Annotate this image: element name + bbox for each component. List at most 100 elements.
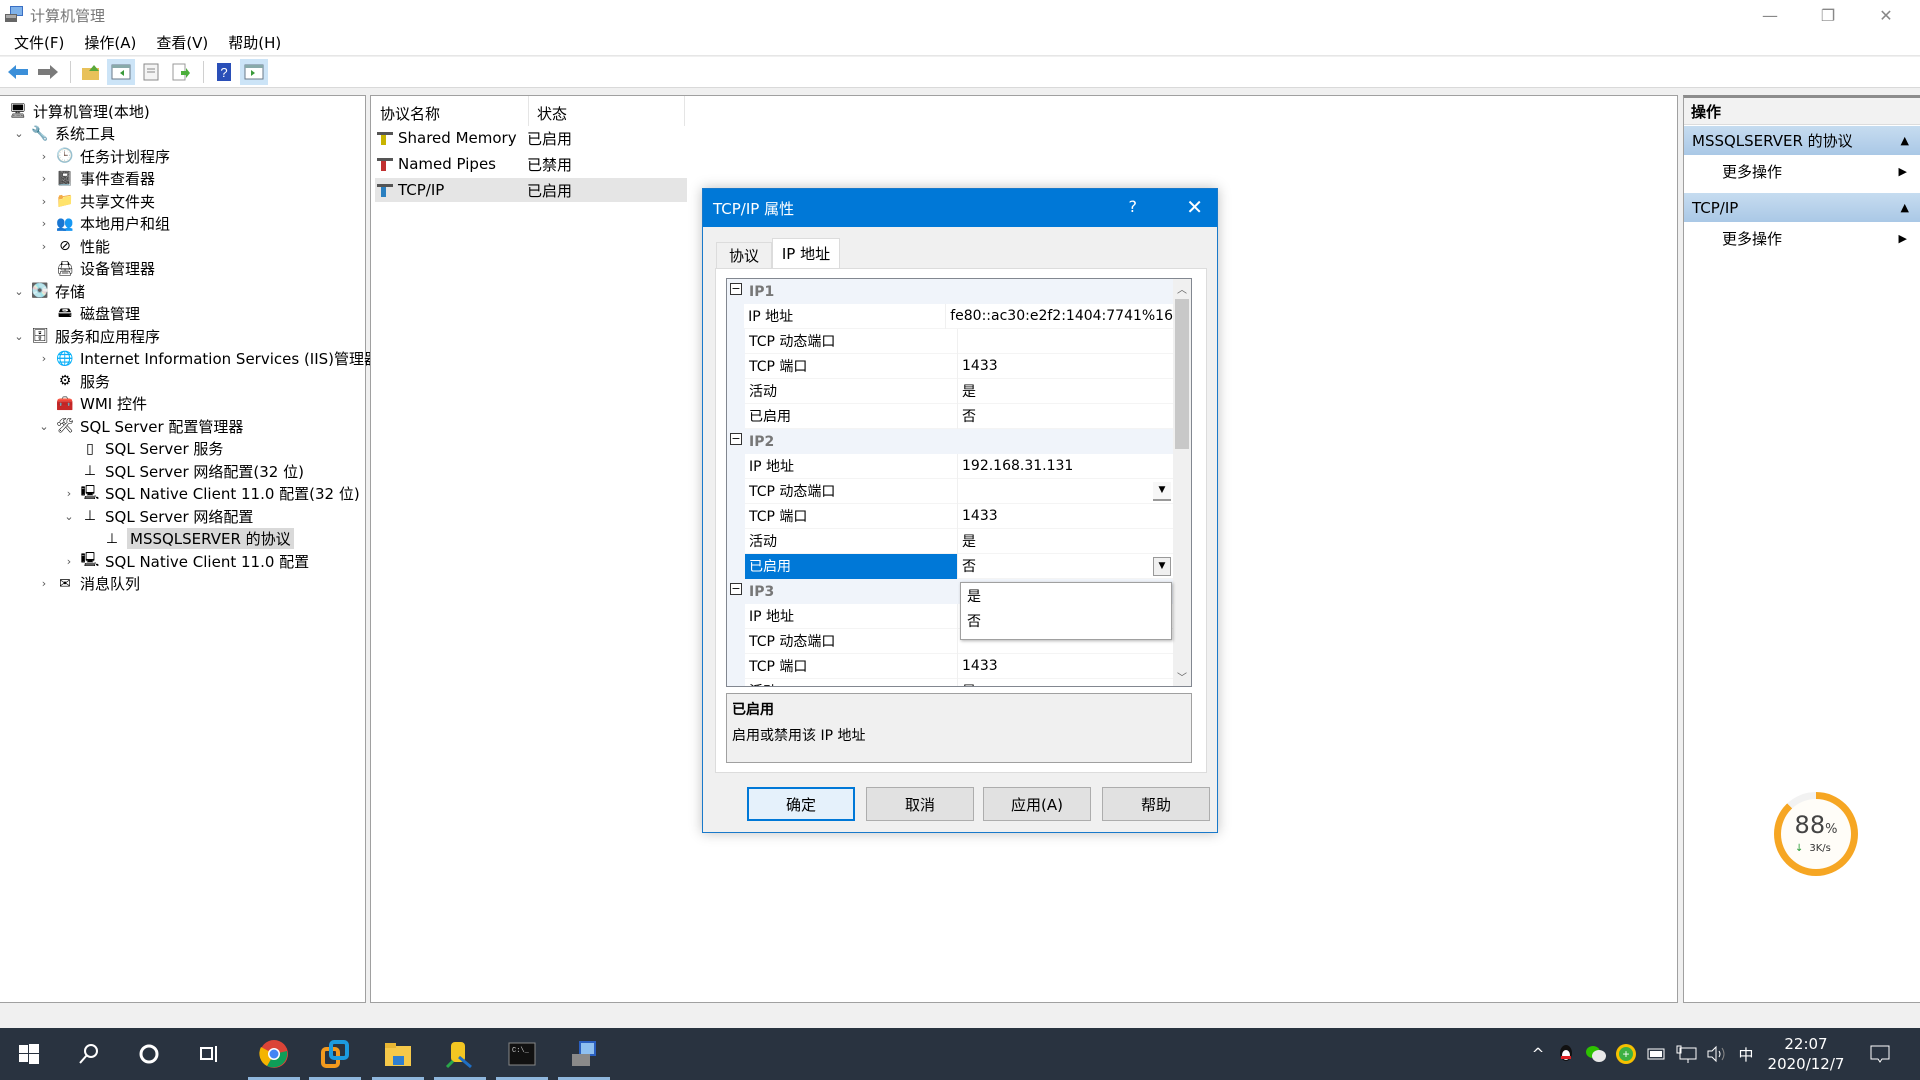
vmware-app[interactable] bbox=[305, 1028, 365, 1080]
property-row[interactable]: 活动是 bbox=[727, 378, 1173, 404]
action-center-button[interactable] bbox=[1868, 1042, 1892, 1066]
tree-item[interactable]: › 🌐 Internet Information Services (IIS)管理器 bbox=[37, 348, 379, 370]
tree-item[interactable]: 🖴 磁盘管理 bbox=[37, 303, 140, 325]
network-tray-icon[interactable] bbox=[1674, 1042, 1698, 1066]
property-value[interactable]: 否 ▼ bbox=[958, 554, 1173, 579]
tree-item[interactable]: › ✉ 消息队列 bbox=[37, 573, 140, 595]
collapse-icon[interactable]: − bbox=[730, 583, 742, 595]
property-value[interactable]: 1433 bbox=[958, 504, 1173, 529]
back-button[interactable] bbox=[4, 59, 32, 85]
category-ip1[interactable]: − IP1 bbox=[727, 279, 1173, 304]
tree-item[interactable]: ⊥ MSSQLSERVER 的协议 bbox=[84, 528, 294, 550]
collapse-up-icon[interactable]: ▲ bbox=[1901, 201, 1909, 214]
property-row[interactable]: 已启用否 bbox=[727, 403, 1173, 429]
menu-file[interactable]: 文件(F) bbox=[6, 32, 72, 53]
property-row[interactable]: TCP 动态端口 ▼ bbox=[727, 478, 1173, 504]
tree-item[interactable]: ⌄ 🛠 SQL Server 配置管理器 bbox=[37, 415, 243, 437]
tree-item[interactable]: ⊥ SQL Server 网络配置(32 位) bbox=[62, 460, 304, 482]
ime-indicator[interactable]: 中 bbox=[1734, 1042, 1758, 1066]
dialog-close-icon[interactable]: ✕ bbox=[1186, 195, 1203, 219]
properties-button[interactable] bbox=[137, 59, 165, 85]
tree-item[interactable]: ⌄ 🗄 服务和应用程序 bbox=[12, 325, 160, 347]
chevron-right-icon[interactable]: › bbox=[37, 195, 51, 208]
collapse-icon[interactable]: − bbox=[730, 433, 742, 445]
property-value[interactable]: 是 bbox=[958, 529, 1173, 554]
property-value[interactable]: 是 bbox=[958, 379, 1173, 404]
column-header-protocol-name[interactable]: 协议名称 bbox=[380, 102, 440, 124]
close-button[interactable]: ✕ bbox=[1858, 0, 1914, 30]
help-button[interactable]: 帮助 bbox=[1102, 787, 1210, 821]
tree-item[interactable]: › ⊘ 性能 bbox=[37, 235, 110, 257]
action-more-actions[interactable]: 更多操作 ▶ bbox=[1684, 156, 1920, 186]
dialog-title-bar[interactable]: TCP/IP 属性 bbox=[703, 189, 1217, 227]
dropdown-option-yes[interactable]: 是 bbox=[961, 583, 1171, 608]
minimize-button[interactable]: — bbox=[1742, 0, 1798, 30]
action-group-tcpip[interactable]: TCP/IP ▲ bbox=[1684, 193, 1920, 222]
chevron-right-icon[interactable]: › bbox=[37, 577, 51, 590]
property-row[interactable]: 活动是 bbox=[727, 528, 1173, 554]
computer-management-app[interactable] bbox=[554, 1028, 614, 1080]
help-button[interactable]: ? bbox=[210, 59, 238, 85]
property-value[interactable]: ▼ bbox=[958, 479, 1173, 504]
property-value[interactable]: fe80::ac30:e2f2:1404:7741%16 bbox=[946, 304, 1173, 329]
tree-item[interactable]: ⌄ 🔧 系统工具 bbox=[12, 123, 115, 145]
tree-item[interactable]: ⚙ 服务 bbox=[37, 370, 110, 392]
property-row[interactable]: IP 地址 192.168.31.131 bbox=[727, 453, 1173, 479]
chrome-app[interactable] bbox=[244, 1028, 304, 1080]
scrollbar-thumb[interactable] bbox=[1175, 299, 1189, 449]
property-value[interactable]: 1433 bbox=[958, 654, 1173, 679]
network-speed-widget[interactable]: 88% ↓ 3K/s bbox=[1774, 792, 1858, 876]
action-group-mssqlserver-protocols[interactable]: MSSQLSERVER 的协议 ▲ bbox=[1684, 126, 1920, 155]
export-list-button[interactable] bbox=[167, 59, 195, 85]
tree-item[interactable]: › 👥 本地用户和组 bbox=[37, 213, 170, 235]
chevron-down-icon[interactable]: ⌄ bbox=[37, 420, 51, 433]
cancel-button[interactable]: 取消 bbox=[866, 787, 974, 821]
show-hide-action-pane-button[interactable] bbox=[240, 59, 268, 85]
cmd-app[interactable]: C:\_ bbox=[492, 1028, 552, 1080]
action-more-actions[interactable]: 更多操作 ▶ bbox=[1684, 223, 1920, 253]
category-ip2[interactable]: − IP2 bbox=[727, 429, 1173, 454]
dropdown-arrow-icon[interactable]: ▼ bbox=[1153, 481, 1171, 501]
property-value[interactable] bbox=[958, 329, 1173, 354]
chevron-right-icon[interactable]: › bbox=[37, 172, 51, 185]
battery-tray-icon[interactable] bbox=[1644, 1042, 1668, 1066]
property-value[interactable]: 是 bbox=[958, 679, 1173, 686]
protocol-row[interactable]: TCP/IP 已启用 bbox=[375, 178, 687, 202]
chevron-down-icon[interactable]: ⌄ bbox=[12, 330, 26, 343]
collapse-icon[interactable]: − bbox=[730, 283, 742, 295]
menu-action[interactable]: 操作(A) bbox=[76, 32, 144, 53]
scroll-up-icon[interactable]: ︿ bbox=[1173, 281, 1191, 296]
chevron-right-icon[interactable]: › bbox=[62, 555, 76, 568]
tree-item[interactable]: ⌄ ⊥ SQL Server 网络配置 bbox=[62, 505, 253, 527]
up-one-level-button[interactable] bbox=[77, 59, 105, 85]
scroll-down-icon[interactable]: ﹀ bbox=[1173, 669, 1191, 684]
protocol-row[interactable]: Shared Memory 已启用 bbox=[375, 126, 687, 150]
start-button[interactable] bbox=[0, 1028, 58, 1080]
property-row[interactable]: 活动是 bbox=[727, 678, 1173, 686]
security-tray-icon[interactable]: + bbox=[1614, 1042, 1638, 1066]
tab-ip-addresses[interactable]: IP 地址 bbox=[772, 238, 840, 268]
property-row[interactable]: TCP 动态端口 bbox=[727, 328, 1173, 354]
property-value[interactable]: 1433 bbox=[958, 354, 1173, 379]
chevron-right-icon[interactable]: › bbox=[37, 217, 51, 230]
show-hide-console-tree-button[interactable] bbox=[107, 59, 135, 85]
tree-item[interactable]: 🖨 设备管理器 bbox=[37, 258, 155, 280]
column-separator[interactable] bbox=[528, 96, 529, 126]
wechat-tray-icon[interactable] bbox=[1584, 1042, 1608, 1066]
menu-view[interactable]: 查看(V) bbox=[148, 32, 216, 53]
search-button[interactable] bbox=[60, 1028, 118, 1080]
tree-item[interactable]: › 🖳 SQL Native Client 11.0 配置 bbox=[62, 550, 309, 572]
property-row[interactable]: TCP 端口 1433 bbox=[727, 653, 1173, 679]
tree-item[interactable]: › 📓 事件查看器 bbox=[37, 168, 155, 190]
column-header-status[interactable]: 状态 bbox=[537, 102, 567, 124]
forward-button[interactable] bbox=[34, 59, 62, 85]
protocol-row[interactable]: Named Pipes 已禁用 bbox=[375, 152, 687, 176]
chevron-right-icon[interactable]: › bbox=[37, 240, 51, 253]
collapse-up-icon[interactable]: ▲ bbox=[1901, 134, 1909, 147]
grid-scrollbar[interactable]: ︿ ﹀ bbox=[1173, 279, 1191, 686]
task-view-button[interactable] bbox=[180, 1028, 238, 1080]
tree-item[interactable]: 🖥 计算机管理(本地) bbox=[8, 100, 150, 122]
menu-help[interactable]: 帮助(H) bbox=[220, 32, 289, 53]
clock[interactable]: 22:07 2020/12/7 bbox=[1756, 1034, 1856, 1074]
sql-config-app[interactable] bbox=[430, 1028, 490, 1080]
